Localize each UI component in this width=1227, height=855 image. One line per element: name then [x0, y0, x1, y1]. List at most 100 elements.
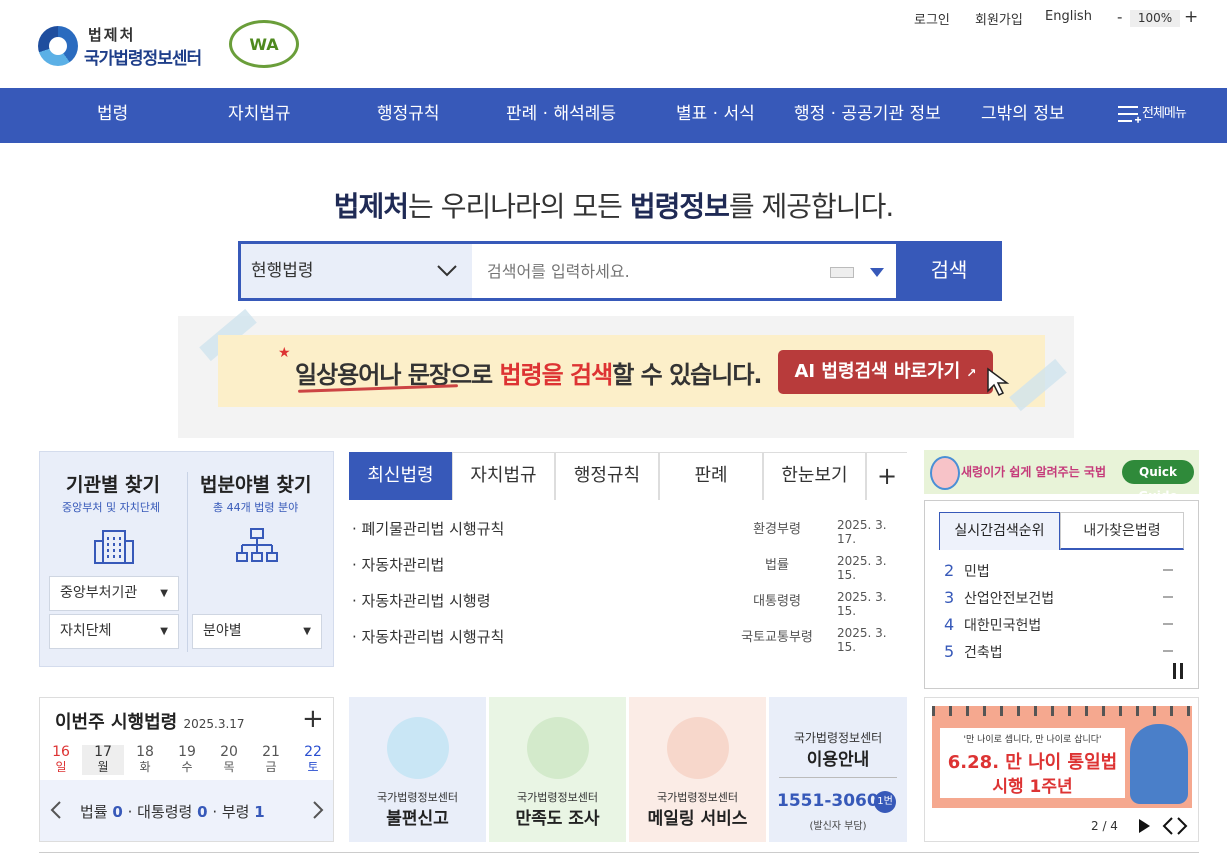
- ai-search-button[interactable]: AI 법령검색 바로가기 ↗: [778, 350, 993, 394]
- day-wed[interactable]: 19 수: [166, 745, 208, 775]
- day-tue[interactable]: 18 화: [124, 745, 166, 775]
- week-more-button[interactable]: +: [302, 704, 324, 734]
- tab-admin-rules[interactable]: 행정규칙: [555, 452, 659, 500]
- day-number: 22: [304, 744, 322, 760]
- mailing-service-card[interactable]: 국가법령정보센터 메일링 서비스: [629, 697, 766, 842]
- usage-guide-card[interactable]: 국가법령정보센터 이용안내 1551-3060 1번 (발신자 부담): [769, 697, 907, 842]
- rank-number: 4: [944, 615, 955, 634]
- keyboard-icon[interactable]: [830, 267, 854, 278]
- agency-find-sub: 중앙부처 및 자치단체: [62, 501, 161, 514]
- latest-law-row[interactable]: · 자동차관리법 시행규칙 국토교통부령 2025. 3. 15.: [352, 626, 904, 654]
- latest-law-row[interactable]: · 자동차관리법 법률 2025. 3. 15.: [352, 554, 904, 582]
- play-icon[interactable]: [1138, 819, 1150, 833]
- zoom-in-button[interactable]: +: [1184, 7, 1198, 27]
- wa-mark-text: WA: [249, 35, 279, 54]
- ministry-count[interactable]: 1: [254, 803, 264, 821]
- decree-count[interactable]: 0: [197, 803, 207, 821]
- chevron-left-icon[interactable]: [50, 800, 62, 820]
- zoom-out-button[interactable]: -: [1117, 8, 1122, 26]
- english-link[interactable]: English: [1045, 9, 1092, 24]
- nav-item-admin-rules[interactable]: 행정규칙: [377, 88, 440, 143]
- all-menu-label: 전체메뉴: [1142, 106, 1187, 121]
- latest-law-row[interactable]: · 자동차관리법 시행령 대통령령 2025. 3. 15.: [352, 590, 904, 618]
- service-name: 메일링 서비스: [647, 809, 748, 829]
- mascot-icon: [1130, 724, 1188, 804]
- rank-number: 3: [944, 588, 955, 607]
- banner-text-3: 할 수 있습니다.: [612, 361, 762, 389]
- quick-guide-banner[interactable]: 새령이가 쉽게 알려주는 국법 Quick Guide: [924, 450, 1199, 503]
- signup-link[interactable]: 회원가입: [975, 9, 1023, 28]
- service-top: 국가법령정보센터: [657, 791, 738, 804]
- law-count[interactable]: 0: [112, 803, 122, 821]
- field-find-title[interactable]: 법분야별 찾기: [200, 470, 312, 497]
- ranking-item[interactable]: 4 대한민국헌법: [944, 615, 1041, 635]
- building-icon: [94, 530, 134, 564]
- tab-realtime-ranking[interactable]: 실시간검색순위: [939, 512, 1060, 550]
- nav-item-other-info[interactable]: 그밖의 정보: [981, 88, 1065, 143]
- tab-precedent[interactable]: 판례: [659, 452, 763, 500]
- prev-next-icon[interactable]: [1161, 816, 1189, 836]
- latest-tabs: 최신법령 자치법규 행정규칙 판례 한눈보기 +: [349, 452, 907, 500]
- search-bar: 현행법령 검색: [238, 241, 1002, 301]
- day-number: 18: [136, 744, 154, 760]
- day-weekday: 수: [181, 760, 193, 774]
- logo-top-text: 법제처: [88, 26, 136, 44]
- week-counts: 법률 0 · 대통령령 0 · 부령 1: [80, 803, 265, 821]
- agency-find-title[interactable]: 기관별 찾기: [66, 470, 160, 497]
- day-thu[interactable]: 20 목: [208, 745, 250, 775]
- nav-item-law[interactable]: 법령: [97, 88, 128, 143]
- central-agency-select[interactable]: 중앙부처기관: [49, 576, 179, 611]
- web-accessibility-mark: WA: [229, 20, 299, 68]
- field-find-sub: 총 44개 법령 분야: [213, 501, 299, 514]
- service-top: 국가법령정보센터: [517, 791, 598, 804]
- bottom-divider: [39, 852, 1199, 853]
- star-icon: ★: [278, 345, 291, 361]
- nav-item-forms[interactable]: 별표 · 서식: [676, 88, 755, 143]
- day-fri[interactable]: 21 금: [250, 745, 292, 775]
- logo-mark-icon: [38, 26, 78, 66]
- guide-phone: 1551-3060: [777, 791, 879, 811]
- law-field-select[interactable]: 분야별: [192, 614, 322, 649]
- tab-overview[interactable]: 한눈보기: [763, 452, 866, 500]
- login-link[interactable]: 로그인: [914, 9, 950, 28]
- nav-item-public-info[interactable]: 행정 · 공공기관 정보: [794, 88, 941, 143]
- hero-part2: 는 우리나라의 모든: [408, 190, 630, 223]
- search-scope-select[interactable]: 현행법령: [241, 244, 472, 298]
- quick-guide-button[interactable]: Quick Guide: [1122, 460, 1194, 503]
- promo-banner[interactable]: '만 나이로 셉니다, 만 나이로 삽니다' 6.28. 만 나이 통일법 시행…: [924, 697, 1199, 842]
- tab-local-law[interactable]: 자치법규: [452, 452, 555, 500]
- divider: [187, 472, 188, 652]
- law-dept: 국토교통부령: [741, 630, 813, 645]
- day-weekday: 일: [55, 760, 67, 774]
- rank-label: 민법: [964, 564, 990, 580]
- find-law-panel: 기관별 찾기 중앙부처 및 자치단체 법분야별 찾기 총 44개 법령 분야 중…: [39, 451, 334, 667]
- ranking-item[interactable]: 3 산업안전보건법: [944, 588, 1054, 608]
- chevron-right-icon[interactable]: [312, 800, 324, 820]
- moleg-logo[interactable]: 법제처 국가법령정보센터: [38, 22, 220, 69]
- day-mon[interactable]: 17 월: [82, 745, 124, 775]
- service-name: 불편신고: [386, 809, 449, 829]
- complaint-service-card[interactable]: 국가법령정보센터 불편신고: [349, 697, 486, 842]
- day-weekday: 화: [139, 760, 151, 774]
- tab-latest-law[interactable]: 최신법령: [349, 452, 452, 500]
- search-scope-value: 현행법령: [251, 261, 314, 281]
- service-top: 국가법령정보센터: [377, 791, 458, 804]
- all-menu-button[interactable]: 전체메뉴: [1118, 88, 1187, 143]
- law-title: · 폐기물관리법 시행규칙: [352, 520, 505, 538]
- survey-service-card[interactable]: 국가법령정보센터 만족도 조사: [489, 697, 626, 842]
- law-title: · 자동차관리법 시행규칙: [352, 628, 505, 646]
- day-sun[interactable]: 16 일: [40, 745, 82, 775]
- ranking-item[interactable]: 2 민법: [944, 561, 990, 581]
- pause-icon[interactable]: [1172, 663, 1184, 679]
- nav-item-local-law[interactable]: 자치법규: [228, 88, 291, 143]
- latest-law-row[interactable]: · 폐기물관리법 시행규칙 환경부령 2025. 3. 17.: [352, 518, 904, 546]
- day-sat[interactable]: 22 토: [292, 745, 334, 775]
- paper-plane-icon: [527, 717, 589, 779]
- search-button[interactable]: 검색: [896, 241, 1002, 301]
- ranking-item[interactable]: 5 건축법: [944, 642, 1003, 662]
- latest-more-button[interactable]: +: [866, 452, 907, 500]
- nav-item-precedent[interactable]: 판례 · 해석례등: [506, 88, 616, 143]
- dropdown-arrow-icon[interactable]: [870, 268, 884, 277]
- local-gov-select[interactable]: 자치단체: [49, 614, 179, 649]
- tab-my-searched-laws[interactable]: 내가찾은법령: [1060, 512, 1184, 550]
